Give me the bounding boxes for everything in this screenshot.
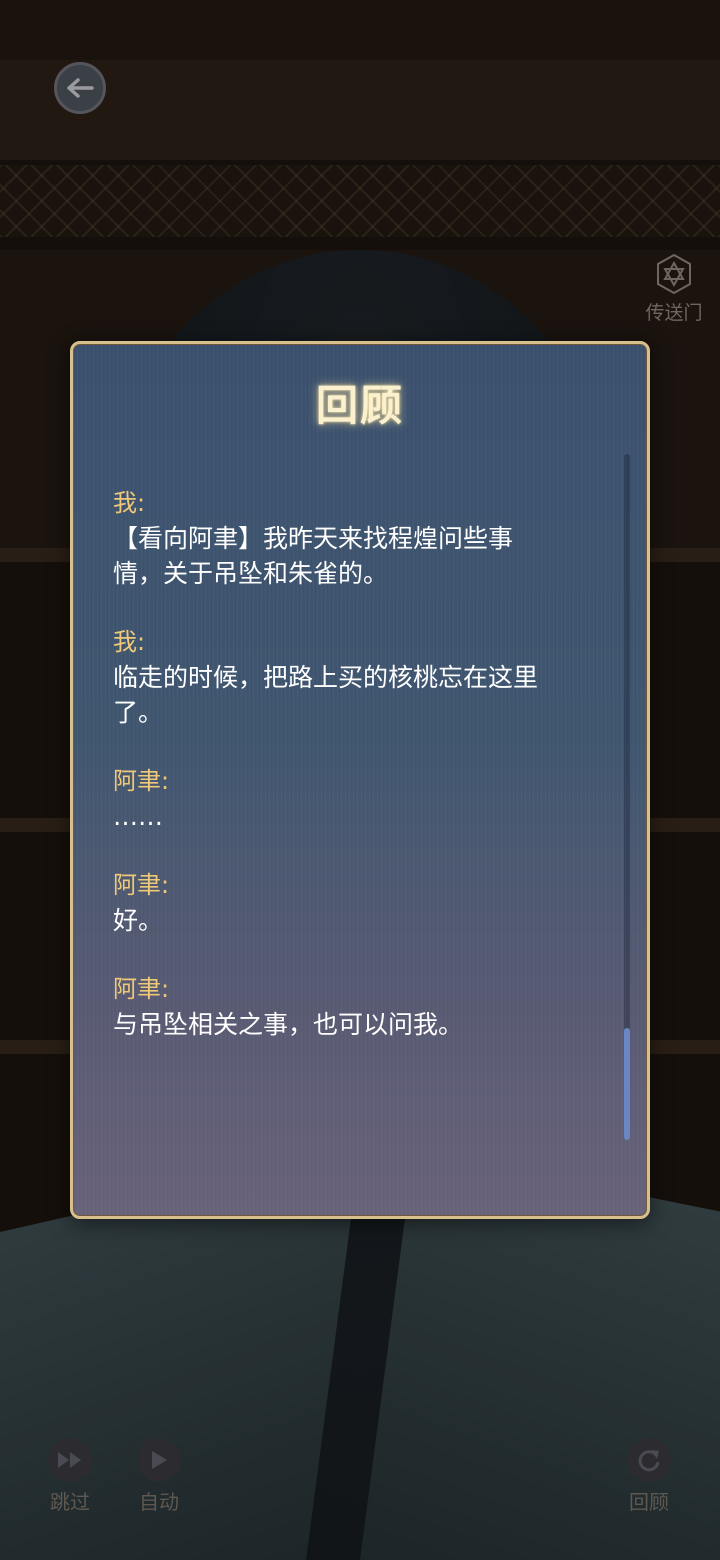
dialogue-line: 了。 xyxy=(113,698,164,727)
scrollbar-track[interactable] xyxy=(624,454,630,1140)
speaker-name: 我: xyxy=(113,628,146,656)
fast-forward-icon xyxy=(58,1452,81,1468)
log-entry: 我: 【看向阿聿】我昨天来找程煌问些事 情，关于吊坠和朱雀的。 xyxy=(113,486,613,591)
log-entry: 我: 临走的时候，把路上买的核桃忘在这里 了。 xyxy=(113,625,613,730)
log-entry: 阿聿: 好。 xyxy=(113,868,613,938)
dialog-title: 回顾 xyxy=(315,381,404,430)
speaker-name: 阿聿: xyxy=(113,767,170,795)
back-button[interactable] xyxy=(54,62,106,114)
review-button[interactable]: 回顾 xyxy=(604,1438,694,1515)
portal-button[interactable]: 传送门 xyxy=(634,248,714,328)
dialogue-log[interactable]: 我: 【看向阿聿】我昨天来找程煌问些事 情，关于吊坠和朱雀的。 我: 临走的时候… xyxy=(113,486,613,1076)
skip-button[interactable]: 跳过 xyxy=(25,1438,115,1515)
dialogue-line: 与吊坠相关之事，也可以问我。 xyxy=(113,1010,464,1039)
scrollbar-thumb[interactable] xyxy=(624,1028,630,1140)
review-dialog: 回顾 我: 【看向阿聿】我昨天来找程煌问些事 情，关于吊坠和朱雀的。 我: 临走… xyxy=(70,341,650,1219)
dialogue-line: 情，关于吊坠和朱雀的。 xyxy=(113,559,389,588)
replay-icon xyxy=(638,1450,660,1472)
portal-icon xyxy=(657,253,691,295)
play-icon xyxy=(152,1451,167,1469)
auto-label: 自动 xyxy=(139,1490,179,1514)
back-arrow-icon xyxy=(67,78,94,98)
speaker-name: 我: xyxy=(113,489,146,517)
dialogue-line: 好。 xyxy=(113,906,164,935)
skip-label: 跳过 xyxy=(50,1490,90,1514)
dialogue-line: 【看向阿聿】我昨天来找程煌问些事 xyxy=(113,524,514,553)
portal-label: 传送门 xyxy=(645,302,703,324)
speaker-name: 阿聿: xyxy=(113,975,170,1003)
log-entry: 阿聿: …… xyxy=(113,764,613,834)
dialogue-line: 临走的时候，把路上买的核桃忘在这里 xyxy=(113,663,539,692)
log-entry: 阿聿: 与吊坠相关之事，也可以问我。 xyxy=(113,972,613,1042)
dialogue-line: …… xyxy=(113,802,163,831)
speaker-name: 阿聿: xyxy=(113,871,170,899)
review-label: 回顾 xyxy=(629,1490,669,1514)
auto-button[interactable]: 自动 xyxy=(114,1438,204,1515)
